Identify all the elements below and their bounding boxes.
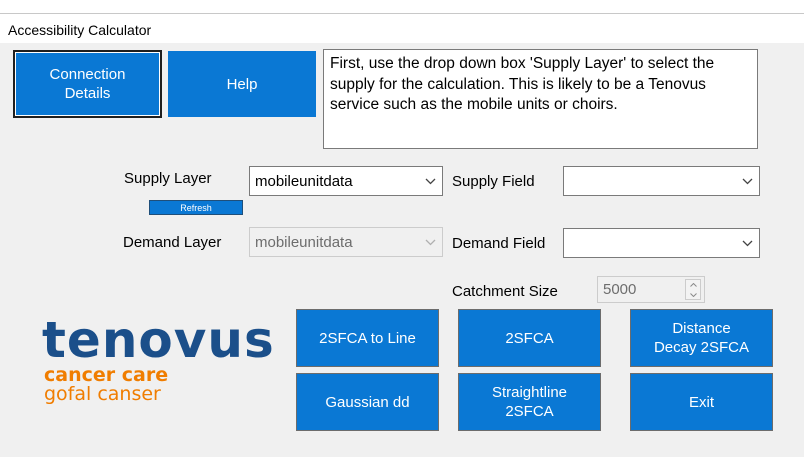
distance-decay-2sfca-button[interactable]: Distance Decay 2SFCA xyxy=(630,309,773,367)
chevron-down-icon xyxy=(423,176,437,186)
spin-up-icon[interactable] xyxy=(686,280,700,289)
supply-field-dropdown[interactable] xyxy=(563,166,760,196)
connection-details-button[interactable]: Connection Details xyxy=(13,50,162,118)
catchment-size-value: 5000 xyxy=(603,281,637,298)
chevron-down-icon xyxy=(423,237,437,247)
catchment-size-spinner[interactable]: 5000 xyxy=(597,276,705,303)
window-title: Accessibility Calculator xyxy=(8,22,152,38)
supply-layer-label: Supply Layer xyxy=(124,170,212,187)
catchment-size-label: Catchment Size xyxy=(452,283,558,300)
demand-layer-value: mobileunitdata xyxy=(255,233,353,251)
spinner-arrows[interactable] xyxy=(685,279,701,300)
demand-field-dropdown[interactable] xyxy=(563,228,760,258)
spin-down-icon[interactable] xyxy=(686,290,700,299)
logo-tagline-english: cancer care xyxy=(44,364,169,386)
supply-layer-value: mobileunitdata xyxy=(255,172,353,190)
supply-layer-dropdown[interactable]: mobileunitdata xyxy=(249,166,443,196)
demand-layer-dropdown[interactable]: mobileunitdata xyxy=(249,227,443,257)
logo-tagline-welsh: gofal canser xyxy=(44,383,161,405)
help-button[interactable]: Help xyxy=(168,51,316,117)
straightline-2sfca-button[interactable]: Straightline 2SFCA xyxy=(458,373,601,431)
logo-wordmark: tenovus xyxy=(42,311,275,369)
demand-field-label: Demand Field xyxy=(452,235,546,252)
tenovus-logo: tenovus cancer care gofal canser xyxy=(42,311,275,412)
2sfca-button[interactable]: 2SFCA xyxy=(458,309,601,367)
2sfca-to-line-button[interactable]: 2SFCA to Line xyxy=(296,309,439,367)
demand-layer-label: Demand Layer xyxy=(123,234,222,251)
chevron-down-icon xyxy=(740,238,754,248)
exit-button[interactable]: Exit xyxy=(630,373,773,431)
chevron-down-icon xyxy=(740,176,754,186)
supply-field-label: Supply Field xyxy=(452,173,535,190)
refresh-button[interactable]: Refresh xyxy=(149,200,243,215)
gaussian-dd-button[interactable]: Gaussian dd xyxy=(296,373,439,431)
info-textbox[interactable]: First, use the drop down box 'Supply Lay… xyxy=(323,49,758,149)
